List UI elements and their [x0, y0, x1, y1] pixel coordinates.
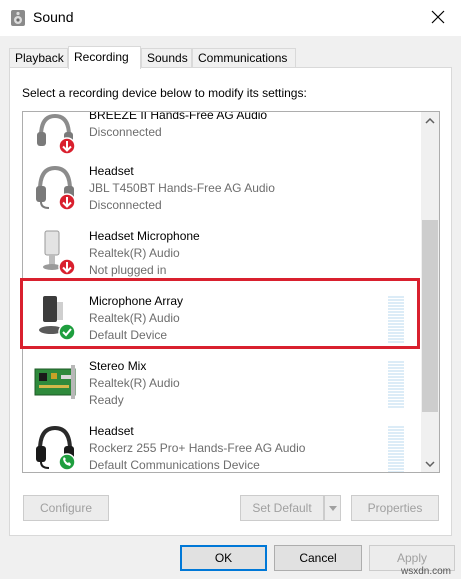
properties-button[interactable]: Properties	[351, 495, 439, 521]
device-name: Headset	[89, 164, 134, 178]
device-driver: Realtek(R) Audio	[89, 246, 180, 260]
tab-communications[interactable]: Communications	[192, 48, 296, 68]
headset-icon	[33, 422, 77, 472]
device-driver: JBL T450BT Hands-Free AG Audio	[89, 181, 275, 195]
chevron-down-icon	[328, 505, 337, 511]
set-default-button[interactable]: Set Default	[240, 495, 324, 521]
device-status: Not plugged in	[89, 263, 167, 277]
cancel-button[interactable]: Cancel	[274, 545, 362, 571]
watermark: wsxdn.com	[400, 566, 451, 577]
close-button[interactable]	[415, 0, 461, 36]
set-default-dropdown[interactable]	[324, 495, 341, 521]
device-item[interactable]: Stereo Mix Realtek(R) Audio Ready	[23, 353, 421, 418]
level-meter	[388, 361, 404, 409]
tab-sounds[interactable]: Sounds	[141, 48, 192, 68]
close-icon	[431, 10, 445, 27]
device-item[interactable]: Headset Rockerz 255 Pro+ Hands-Free AG A…	[23, 418, 421, 472]
device-name: BREEZE II Hands-Free AG Audio	[89, 111, 268, 122]
tab-playback[interactable]: Playback	[9, 48, 68, 68]
device-name: Headset	[89, 424, 134, 438]
device-status: Disconnected	[89, 198, 162, 212]
scroll-up-button[interactable]	[421, 112, 439, 129]
ok-button[interactable]: OK	[180, 545, 267, 571]
scroll-down-button[interactable]	[421, 455, 439, 472]
sound-card-icon	[33, 357, 77, 409]
window-title: Sound	[33, 9, 74, 25]
headset-icon	[33, 162, 77, 214]
device-name: Stereo Mix	[89, 359, 147, 373]
speaker-icon	[10, 9, 26, 27]
headset-icon	[33, 112, 77, 158]
device-status: Ready	[89, 393, 124, 407]
chevron-down-icon	[425, 460, 435, 467]
tab-recording[interactable]: Recording	[68, 46, 141, 69]
device-name: Headset Microphone	[89, 229, 200, 243]
instruction-text: Select a recording device below to modif…	[22, 86, 307, 100]
title-bar: Sound	[0, 0, 461, 36]
vertical-scrollbar[interactable]	[421, 112, 439, 472]
communications-badge	[58, 453, 76, 471]
level-meter	[388, 426, 404, 472]
microphone-icon	[33, 227, 77, 279]
device-status: Disconnected	[89, 125, 162, 139]
device-status: Default Communications Device	[89, 458, 260, 472]
device-item[interactable]: Headset JBL T450BT Hands-Free AG Audio D…	[23, 158, 421, 223]
scroll-thumb[interactable]	[422, 220, 438, 412]
chevron-up-icon	[425, 117, 435, 124]
configure-button[interactable]: Configure	[23, 495, 109, 521]
device-driver: Rockerz 255 Pro+ Hands-Free AG Audio	[89, 441, 306, 455]
highlight-annotation	[20, 278, 420, 349]
device-driver: Realtek(R) Audio	[89, 376, 180, 390]
